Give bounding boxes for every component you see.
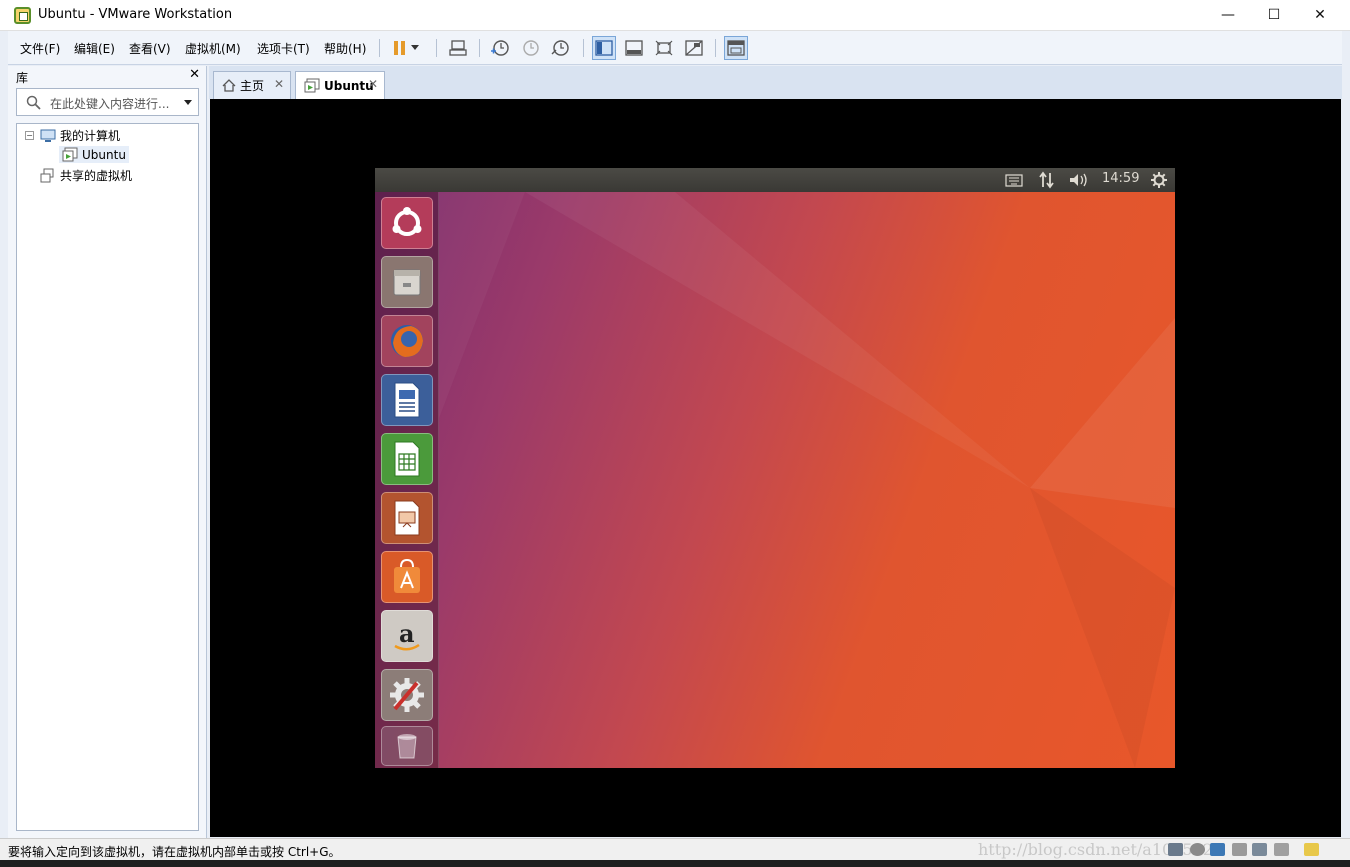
- tree-item-my-computer[interactable]: 我的计算机: [40, 127, 120, 144]
- tree-label-shared: 共享的虚拟机: [60, 169, 133, 183]
- vm-icon: [304, 78, 320, 93]
- toolbar-separator: [583, 39, 584, 57]
- unity-mode-icon[interactable]: [682, 36, 706, 60]
- full-screen-icon[interactable]: [652, 36, 676, 60]
- volume-icon[interactable]: [1068, 171, 1090, 189]
- ubuntu-dash-icon[interactable]: [381, 197, 433, 249]
- tab-home[interactable]: 主页 ✕: [213, 71, 291, 99]
- snapshot-manager-icon[interactable]: [548, 36, 572, 60]
- vmware-window: Ubuntu - VMware Workstation — ☐ ✕ 文件(F) …: [0, 0, 1350, 867]
- toolbar-separator: [715, 39, 716, 57]
- keyboard-icon[interactable]: [1005, 172, 1023, 188]
- toolbar-separator: [436, 39, 437, 57]
- power-gear-icon[interactable]: [1150, 171, 1168, 189]
- toolbar-separator: [479, 39, 480, 57]
- desktop-wallpaper: [375, 168, 1175, 768]
- thumbnail-bar-icon[interactable]: [622, 36, 646, 60]
- tab-strip: 主页 ✕ Ubuntu ✕: [209, 66, 1342, 99]
- menu-vm[interactable]: 虚拟机(M): [185, 40, 241, 57]
- svg-text:a: a: [399, 619, 415, 648]
- tree-label-my-computer: 我的计算机: [60, 129, 121, 143]
- window-title: Ubuntu - VMware Workstation: [38, 7, 233, 22]
- network-icon[interactable]: [1038, 171, 1056, 189]
- snapshot-revert-icon[interactable]: [518, 36, 542, 60]
- system-settings-icon[interactable]: [381, 669, 433, 721]
- ubuntu-desktop[interactable]: 14:59 a: [375, 168, 1175, 768]
- tree-item-shared-vms[interactable]: 共享的虚拟机: [40, 167, 132, 184]
- library-title: 库: [16, 71, 29, 85]
- files-icon[interactable]: [381, 256, 433, 308]
- tab-home-close-icon[interactable]: ✕: [274, 77, 284, 91]
- menu-help[interactable]: 帮助(H): [324, 40, 366, 57]
- sound-card-icon[interactable]: [1252, 843, 1267, 856]
- menu-edit[interactable]: 编辑(E): [74, 40, 115, 57]
- search-placeholder: 在此处键入内容进行...: [50, 97, 170, 111]
- writer-icon[interactable]: [381, 374, 433, 426]
- vmware-app-icon: [14, 7, 31, 24]
- library-search-input[interactable]: 在此处键入内容进行...: [16, 88, 199, 116]
- maximize-button[interactable]: ☐: [1251, 0, 1297, 31]
- menu-tabs[interactable]: 选项卡(T): [257, 40, 310, 57]
- taskbar-edge: [0, 860, 1350, 867]
- pause-dropdown-icon[interactable]: [408, 36, 422, 60]
- send-ctrl-alt-del-icon[interactable]: [446, 36, 470, 60]
- tab-ubuntu[interactable]: Ubuntu ✕: [295, 71, 385, 99]
- hard-disk-icon[interactable]: [1168, 843, 1183, 856]
- watermark-text: http://blog.csdn.net/a1025921: [978, 840, 1224, 859]
- menu-toolbar: 文件(F) 编辑(E) 查看(V) 虚拟机(M) 选项卡(T) 帮助(H): [8, 31, 1342, 65]
- network-adapter-icon[interactable]: [1210, 843, 1225, 856]
- printer-icon[interactable]: [1232, 843, 1247, 856]
- tree-item-ubuntu[interactable]: Ubuntu: [59, 146, 129, 163]
- computer-icon: [40, 129, 56, 142]
- shared-vm-icon: [40, 168, 54, 183]
- firefox-icon[interactable]: [381, 315, 433, 367]
- status-message: 要将输入定向到该虚拟机，请在虚拟机内部单击或按 Ctrl+G。: [8, 845, 341, 859]
- show-library-icon[interactable]: [592, 36, 616, 60]
- title-bar: Ubuntu - VMware Workstation — ☐ ✕: [0, 0, 1350, 31]
- vm-console[interactable]: 14:59 a: [210, 99, 1341, 837]
- ubuntu-launcher: a: [375, 192, 439, 768]
- trash-icon[interactable]: [381, 726, 433, 766]
- menu-view[interactable]: 查看(V): [129, 40, 171, 57]
- message-log-icon[interactable]: [1304, 843, 1319, 856]
- impress-icon[interactable]: [381, 492, 433, 544]
- search-icon: [26, 95, 41, 110]
- collapse-icon[interactable]: −: [25, 131, 34, 140]
- home-icon: [222, 79, 236, 92]
- status-bar: 要将输入定向到该虚拟机，请在虚拟机内部单击或按 Ctrl+G。 http://b…: [0, 838, 1350, 860]
- search-dropdown-icon[interactable]: [184, 100, 192, 105]
- library-close-icon[interactable]: ✕: [189, 67, 200, 82]
- ubuntu-top-panel: 14:59: [375, 168, 1175, 192]
- library-tree: − 我的计算机 Ubuntu 共享的虚拟机: [16, 123, 199, 831]
- minimize-button[interactable]: —: [1205, 0, 1251, 31]
- toolbar-separator: [379, 39, 380, 57]
- calc-icon[interactable]: [381, 433, 433, 485]
- amazon-icon[interactable]: a: [381, 610, 433, 662]
- display-icon[interactable]: [1274, 843, 1289, 856]
- snapshot-take-icon[interactable]: [488, 36, 512, 60]
- software-center-icon[interactable]: [381, 551, 433, 603]
- tab-ubuntu-close-icon[interactable]: ✕: [368, 77, 378, 91]
- tab-ubuntu-label: Ubuntu: [324, 78, 374, 93]
- cd-drive-icon[interactable]: [1190, 843, 1205, 856]
- library-panel: 库 ✕ 在此处键入内容进行... − 我的计算机 Ubuntu 共享的虚拟机: [8, 66, 207, 838]
- vm-icon: [62, 147, 78, 162]
- console-view-icon[interactable]: [724, 36, 748, 60]
- panel-clock[interactable]: 14:59: [1102, 171, 1139, 186]
- tab-home-label: 主页: [240, 79, 265, 93]
- menu-file[interactable]: 文件(F): [20, 40, 60, 57]
- close-button[interactable]: ✕: [1297, 0, 1343, 31]
- tree-label-ubuntu: Ubuntu: [82, 147, 126, 162]
